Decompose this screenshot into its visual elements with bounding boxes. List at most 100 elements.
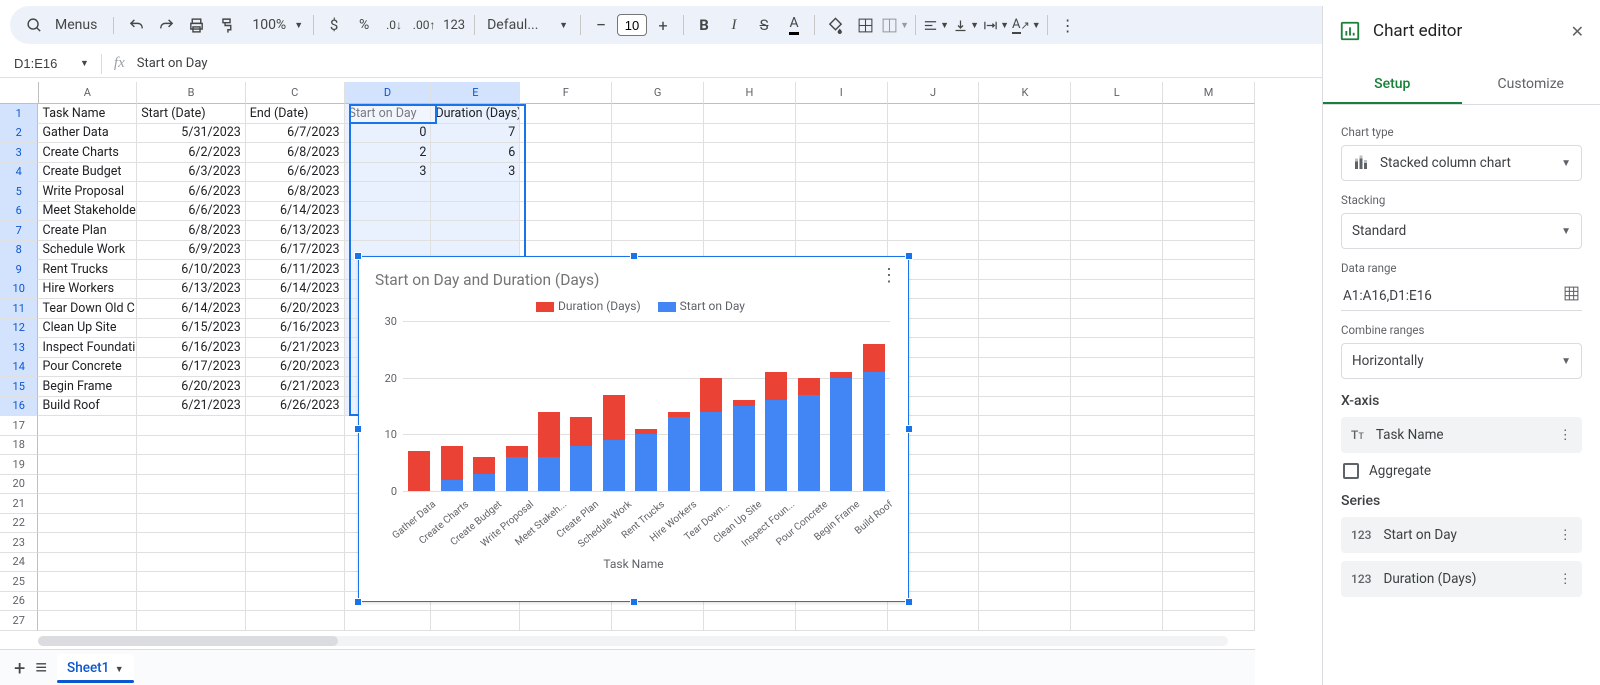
cell-C8[interactable]: 6/17/2023 — [246, 241, 345, 261]
cell[interactable] — [1163, 319, 1255, 339]
row-header-27[interactable]: 27 — [0, 611, 38, 631]
menus-search[interactable]: Menus — [20, 17, 114, 34]
cell[interactable] — [1071, 475, 1163, 495]
column-header-A[interactable]: A — [39, 82, 138, 104]
bar-10[interactable] — [733, 400, 755, 491]
cell-A14[interactable]: Pour Concrete — [38, 358, 137, 378]
cell-A2[interactable]: Gather Data — [38, 124, 137, 144]
bar-1[interactable] — [441, 446, 463, 491]
cell[interactable] — [612, 124, 704, 144]
cell[interactable] — [979, 455, 1071, 475]
cell-D2[interactable]: 0 — [345, 124, 432, 144]
bar-14[interactable] — [863, 344, 885, 491]
bold-button[interactable]: B — [690, 11, 718, 39]
cell[interactable] — [1163, 475, 1255, 495]
cell[interactable] — [1163, 299, 1255, 319]
cell[interactable] — [888, 611, 980, 631]
cell[interactable] — [979, 182, 1071, 202]
cell[interactable] — [979, 572, 1071, 592]
cell[interactable] — [612, 143, 704, 163]
cell[interactable] — [246, 416, 345, 436]
row-header-11[interactable]: 11 — [0, 299, 38, 319]
cell[interactable] — [1163, 611, 1255, 631]
row-header-2[interactable]: 2 — [0, 124, 38, 144]
column-header-L[interactable]: L — [1071, 82, 1163, 104]
cell[interactable] — [888, 182, 980, 202]
cell-D4[interactable]: 3 — [345, 163, 432, 183]
cell[interactable] — [1163, 163, 1255, 183]
resize-handle[interactable] — [354, 598, 362, 606]
cell[interactable] — [1071, 416, 1163, 436]
cell[interactable] — [1163, 241, 1255, 261]
cell-E6[interactable] — [431, 202, 520, 222]
row-header-19[interactable]: 19 — [0, 455, 38, 475]
field-menu-button[interactable]: ⋮ — [1559, 571, 1573, 587]
cell[interactable] — [1163, 494, 1255, 514]
cell[interactable] — [246, 436, 345, 456]
cell-A13[interactable]: Inspect Foundati — [38, 338, 137, 358]
cell[interactable] — [1163, 553, 1255, 573]
cell-C3[interactable]: 6/8/2023 — [246, 143, 345, 163]
cell[interactable] — [979, 494, 1071, 514]
bar-5[interactable] — [570, 417, 592, 491]
namebox-caret-icon[interactable]: ▼ — [80, 58, 89, 69]
cell[interactable] — [888, 221, 980, 241]
cell[interactable] — [1163, 416, 1255, 436]
cell-A7[interactable]: Create Plan — [38, 221, 137, 241]
cell[interactable] — [888, 143, 980, 163]
cell-A3[interactable]: Create Charts — [38, 143, 137, 163]
row-header-13[interactable]: 13 — [0, 338, 38, 358]
column-header-J[interactable]: J — [888, 82, 980, 104]
cell-B9[interactable]: 6/10/2023 — [137, 260, 246, 280]
cell-A12[interactable]: Clean Up Site — [38, 319, 137, 339]
cell-C13[interactable]: 6/21/2023 — [246, 338, 345, 358]
cell[interactable] — [979, 397, 1071, 417]
cell[interactable] — [1163, 260, 1255, 280]
cell[interactable] — [979, 377, 1071, 397]
row-header-10[interactable]: 10 — [0, 280, 38, 300]
cell-B8[interactable]: 6/9/2023 — [137, 241, 246, 261]
cell-D7[interactable] — [345, 221, 432, 241]
cell[interactable] — [38, 455, 137, 475]
cell[interactable] — [1163, 338, 1255, 358]
data-range-input[interactable]: A1:A16,D1:E16 — [1341, 281, 1582, 311]
column-header-K[interactable]: K — [979, 82, 1071, 104]
cell[interactable] — [137, 611, 246, 631]
row-header-17[interactable]: 17 — [0, 416, 38, 436]
cell[interactable] — [1071, 241, 1163, 261]
increase-font-button[interactable]: + — [649, 11, 677, 39]
select-all-corner[interactable] — [0, 82, 39, 104]
cell-B6[interactable]: 6/6/2023 — [137, 202, 246, 222]
cell[interactable] — [246, 475, 345, 495]
cell[interactable] — [38, 592, 137, 612]
cell[interactable] — [979, 436, 1071, 456]
cell-E5[interactable] — [431, 182, 520, 202]
bar-12[interactable] — [798, 378, 820, 491]
all-sheets-button[interactable]: ≡ — [35, 655, 47, 680]
cell[interactable] — [1071, 592, 1163, 612]
cell[interactable] — [520, 202, 612, 222]
fill-color-button[interactable] — [821, 11, 849, 39]
cell-C16[interactable]: 6/26/2023 — [246, 397, 345, 417]
cell[interactable] — [1163, 572, 1255, 592]
cell[interactable] — [979, 143, 1071, 163]
cell-B3[interactable]: 6/2/2023 — [137, 143, 246, 163]
cell-C15[interactable]: 6/21/2023 — [246, 377, 345, 397]
merge-button[interactable]: ▼ — [881, 11, 909, 39]
cell[interactable] — [612, 611, 704, 631]
cell-D6[interactable] — [345, 202, 432, 222]
cell[interactable] — [979, 358, 1071, 378]
percent-button[interactable]: % — [350, 11, 378, 39]
cell[interactable] — [1071, 358, 1163, 378]
cell[interactable] — [137, 436, 246, 456]
cell[interactable] — [246, 533, 345, 553]
bar-6[interactable] — [603, 395, 625, 491]
cell[interactable] — [1071, 533, 1163, 553]
tab-customize[interactable]: Customize — [1462, 66, 1600, 104]
cell[interactable] — [1163, 280, 1255, 300]
cell-B14[interactable]: 6/17/2023 — [137, 358, 246, 378]
cell[interactable] — [246, 553, 345, 573]
cell[interactable] — [979, 241, 1071, 261]
cell[interactable] — [1163, 592, 1255, 612]
row-header-8[interactable]: 8 — [0, 241, 38, 261]
